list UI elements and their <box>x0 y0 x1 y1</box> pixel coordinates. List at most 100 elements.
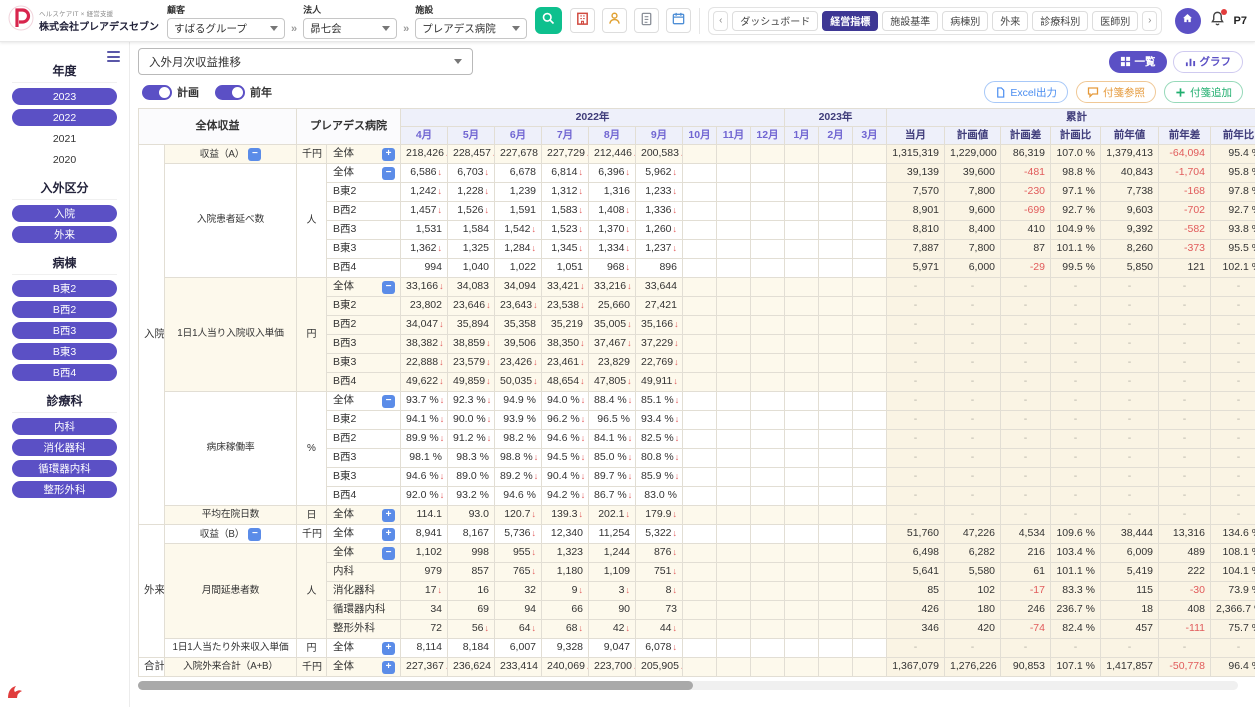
sidebar-item[interactable]: 整形外科 <box>12 481 117 498</box>
selector-value: 昴七会 <box>310 21 342 36</box>
collapse-button[interactable]: − <box>382 395 395 408</box>
sidebar-item[interactable]: B西3 <box>12 322 117 339</box>
staff-button[interactable] <box>602 8 627 33</box>
nav-tab[interactable]: 病棟別 <box>942 11 988 31</box>
action-button[interactable]: 付箋参照 <box>1076 81 1156 103</box>
scrollbar-thumb[interactable] <box>138 681 693 690</box>
hospital-button[interactable] <box>570 8 595 33</box>
sidebar-item[interactable]: B西2 <box>12 301 117 318</box>
cell-value <box>819 373 853 392</box>
nav-tab[interactable]: 外来 <box>992 11 1028 31</box>
cell-value: - <box>1159 392 1211 411</box>
report-select[interactable]: 入外月次収益推移 <box>138 48 473 75</box>
sidebar-item[interactable]: B東3 <box>12 343 117 360</box>
down-arrow-icon: ↓ <box>581 433 586 443</box>
sidebar-item[interactable]: 2023 <box>12 88 117 105</box>
value-text: 6,814 <box>551 166 577 178</box>
cell-value <box>751 544 785 563</box>
cell-value: 94.6 %↓ <box>401 468 448 487</box>
view-button[interactable]: 一覧 <box>1109 51 1167 73</box>
cell-value: -17 <box>1001 582 1051 601</box>
summary-header: 計画比 <box>1051 127 1101 145</box>
nav-scroll-left[interactable]: ‹ <box>713 11 728 31</box>
entity-text: B西2 <box>333 319 356 331</box>
corner-overall-revenue: 全体収益 <box>139 109 297 145</box>
cell-value <box>717 316 751 335</box>
value-text: 89.7 % <box>594 470 627 482</box>
menu-icon[interactable] <box>107 49 120 65</box>
sidebar-item[interactable]: 入院 <box>12 205 117 222</box>
schedule-button[interactable] <box>666 8 691 33</box>
sidebar-item[interactable]: B西4 <box>12 364 117 381</box>
collapse-button[interactable]: − <box>382 167 395 180</box>
cell-value: 12,340 <box>542 525 589 544</box>
cell-value: - <box>1051 449 1101 468</box>
entity-label: B東3 <box>327 240 401 259</box>
sidebar-item[interactable]: 外来 <box>12 226 117 243</box>
value-text: 85 <box>927 584 939 596</box>
sidebar-item[interactable]: 2021 <box>12 130 117 147</box>
notifications-button[interactable] <box>1209 10 1226 32</box>
nav-tab[interactable]: 施設基準 <box>882 11 938 31</box>
summary-header: 当月 <box>887 127 945 145</box>
cell-value <box>853 202 887 221</box>
value-text: 92.7 % <box>1062 204 1095 216</box>
cell-value: 202.1↓ <box>589 506 636 525</box>
action-button[interactable]: 付箋追加 <box>1164 81 1243 103</box>
sidebar-item[interactable]: B東2 <box>12 280 117 297</box>
cell-value: - <box>887 411 945 430</box>
entity-label: B西2 <box>327 430 401 449</box>
value-text: 38,859 <box>453 337 485 349</box>
sidebar-item[interactable]: 2022 <box>12 109 117 126</box>
selector-dropdown[interactable]: プレアデス病院 <box>415 18 527 39</box>
value-text: 98.8 % <box>1062 166 1095 178</box>
cell-value: 1,040 <box>448 259 495 278</box>
value-text: 90 <box>618 603 630 615</box>
value-text: 93.2 % <box>456 489 489 501</box>
value-text: 83.0 % <box>644 489 677 501</box>
down-arrow-icon: ↓ <box>580 376 585 386</box>
sidebar-item[interactable]: 2020 <box>12 151 117 168</box>
cell-value: 180 <box>945 601 1001 620</box>
cell-value: 6,814↓ <box>542 164 589 183</box>
app-logo[interactable]: ヘルスケアIT × 経営支援 株式会社プレアデスセブン <box>8 5 159 36</box>
expand-button[interactable]: + <box>382 661 395 674</box>
sidebar-item[interactable]: 消化器科 <box>12 439 117 456</box>
nav-tab[interactable]: 医師別 <box>1092 11 1138 31</box>
expand-button[interactable]: + <box>382 528 395 541</box>
sidebar-item[interactable]: 循環器内科 <box>12 460 117 477</box>
collapse-button[interactable]: − <box>382 547 395 560</box>
collapse-button[interactable]: − <box>382 281 395 294</box>
action-button[interactable]: Excel出力 <box>984 81 1068 103</box>
nav-tab[interactable]: 診療科別 <box>1032 11 1088 31</box>
value-text: 35,894 <box>457 318 489 330</box>
report-button[interactable] <box>634 8 659 33</box>
nav-scroll-right[interactable]: › <box>1142 11 1157 31</box>
search-button[interactable] <box>535 7 562 34</box>
nav-tab[interactable]: ダッシュボード <box>732 11 818 31</box>
cell-value: 6,078↓ <box>636 639 683 658</box>
horizontal-scrollbar[interactable] <box>138 681 1238 690</box>
value-text: 91.2 % <box>453 432 486 444</box>
value-text: 240,069 <box>547 660 585 672</box>
collapse-button[interactable]: − <box>248 148 261 161</box>
toggle-switch[interactable] <box>215 85 245 100</box>
sidebar-item[interactable]: 内科 <box>12 418 117 435</box>
cell-value: 751↓ <box>636 563 683 582</box>
expand-button[interactable]: + <box>382 509 395 522</box>
nav-tab[interactable]: 経営指標 <box>822 11 878 31</box>
view-button[interactable]: グラフ <box>1173 51 1244 73</box>
month-header: 12月 <box>751 127 785 145</box>
expand-button[interactable]: + <box>382 148 395 161</box>
main-content: 入外月次収益推移 一覧グラフ 計画前年 Excel出力付箋参照付箋追加 全体収益… <box>130 42 1255 707</box>
cell-value: 104.1 % <box>1211 563 1255 582</box>
collapse-button[interactable]: − <box>248 528 261 541</box>
cell-value: 857 <box>448 563 495 582</box>
cell-value: 7,887 <box>887 240 945 259</box>
home-button[interactable] <box>1175 8 1201 34</box>
value-text: 49,911 <box>641 375 672 387</box>
selector-dropdown[interactable]: 昴七会 <box>303 18 397 39</box>
selector-dropdown[interactable]: すばるグループ <box>167 18 285 39</box>
expand-button[interactable]: + <box>382 642 395 655</box>
toggle-switch[interactable] <box>142 85 172 100</box>
